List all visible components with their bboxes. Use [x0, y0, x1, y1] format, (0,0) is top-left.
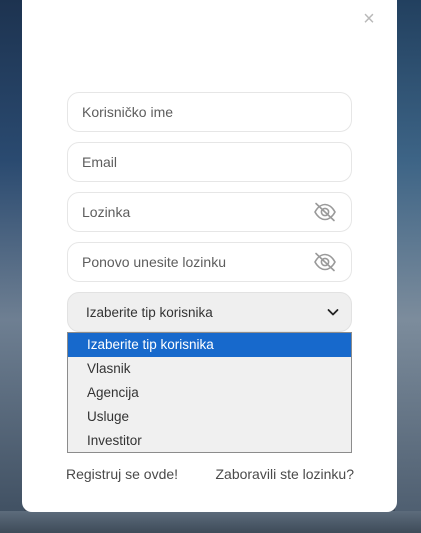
background-left-strip [0, 0, 24, 533]
registration-modal: × Izaberite tip korisnika Izaberite tip … [22, 0, 397, 512]
option-usluge[interactable]: Usluge [68, 405, 351, 429]
eye-slash-icon[interactable] [313, 202, 337, 222]
password-repeat-field[interactable] [67, 242, 352, 282]
close-icon[interactable]: × [361, 9, 377, 29]
password-field[interactable] [67, 192, 352, 232]
option-izaberite-tip-korisnika[interactable]: Izaberite tip korisnika [68, 333, 351, 357]
option-vlasnik[interactable]: Vlasnik [68, 357, 351, 381]
option-investitor[interactable]: Investitor [68, 429, 351, 453]
background-bottom-strip [0, 511, 421, 533]
user-type-dropdown-list: Izaberite tip korisnika Vlasnik Agencija… [67, 332, 352, 453]
option-agencija[interactable]: Agencija [68, 381, 351, 405]
footer-links: Registruj se ovde! Zaboravili ste lozink… [66, 466, 354, 482]
user-type-select[interactable]: Izaberite tip korisnika [67, 292, 352, 332]
email-field[interactable] [67, 142, 352, 182]
password-repeat-input[interactable] [82, 254, 313, 270]
password-input[interactable] [82, 204, 313, 220]
email-input[interactable] [82, 154, 337, 170]
user-type-select-value: Izaberite tip korisnika [86, 304, 213, 320]
username-field[interactable] [67, 92, 352, 132]
eye-slash-icon[interactable] [313, 252, 337, 272]
username-input[interactable] [82, 104, 337, 120]
chevron-down-icon [327, 309, 339, 316]
register-link[interactable]: Registruj se ovde! [66, 466, 178, 482]
forgot-password-link[interactable]: Zaboravili ste lozinku? [215, 466, 354, 482]
background-right-strip [395, 0, 421, 533]
